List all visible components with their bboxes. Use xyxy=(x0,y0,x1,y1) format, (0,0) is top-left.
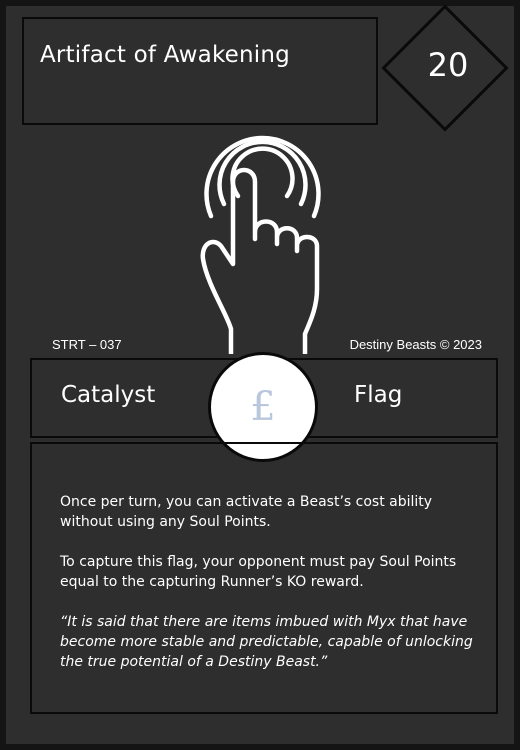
card-title: Artifact of Awakening xyxy=(40,42,290,68)
title-frame xyxy=(22,17,378,125)
card-subtype: Flag xyxy=(354,382,403,408)
rules-text-box: Once per turn, you can activate a Beast’… xyxy=(30,442,498,714)
capture-text: To capture this flag, your opponent must… xyxy=(60,554,457,590)
card-cost: 20 xyxy=(427,46,469,84)
tap-hand-icon xyxy=(200,135,321,354)
pound-sign-icon: £ xyxy=(250,384,276,430)
card-type: Catalyst xyxy=(61,382,156,408)
game-card: Artifact of Awakening 20 STRT – 037 Dest… xyxy=(0,0,520,750)
copyright: Destiny Beasts © 2023 xyxy=(349,337,482,352)
set-code: STRT – 037 xyxy=(52,337,122,352)
flavor-text: “It is said that there are items imbued … xyxy=(60,614,473,670)
ability-text: Once per turn, you can activate a Beast’… xyxy=(60,494,433,530)
